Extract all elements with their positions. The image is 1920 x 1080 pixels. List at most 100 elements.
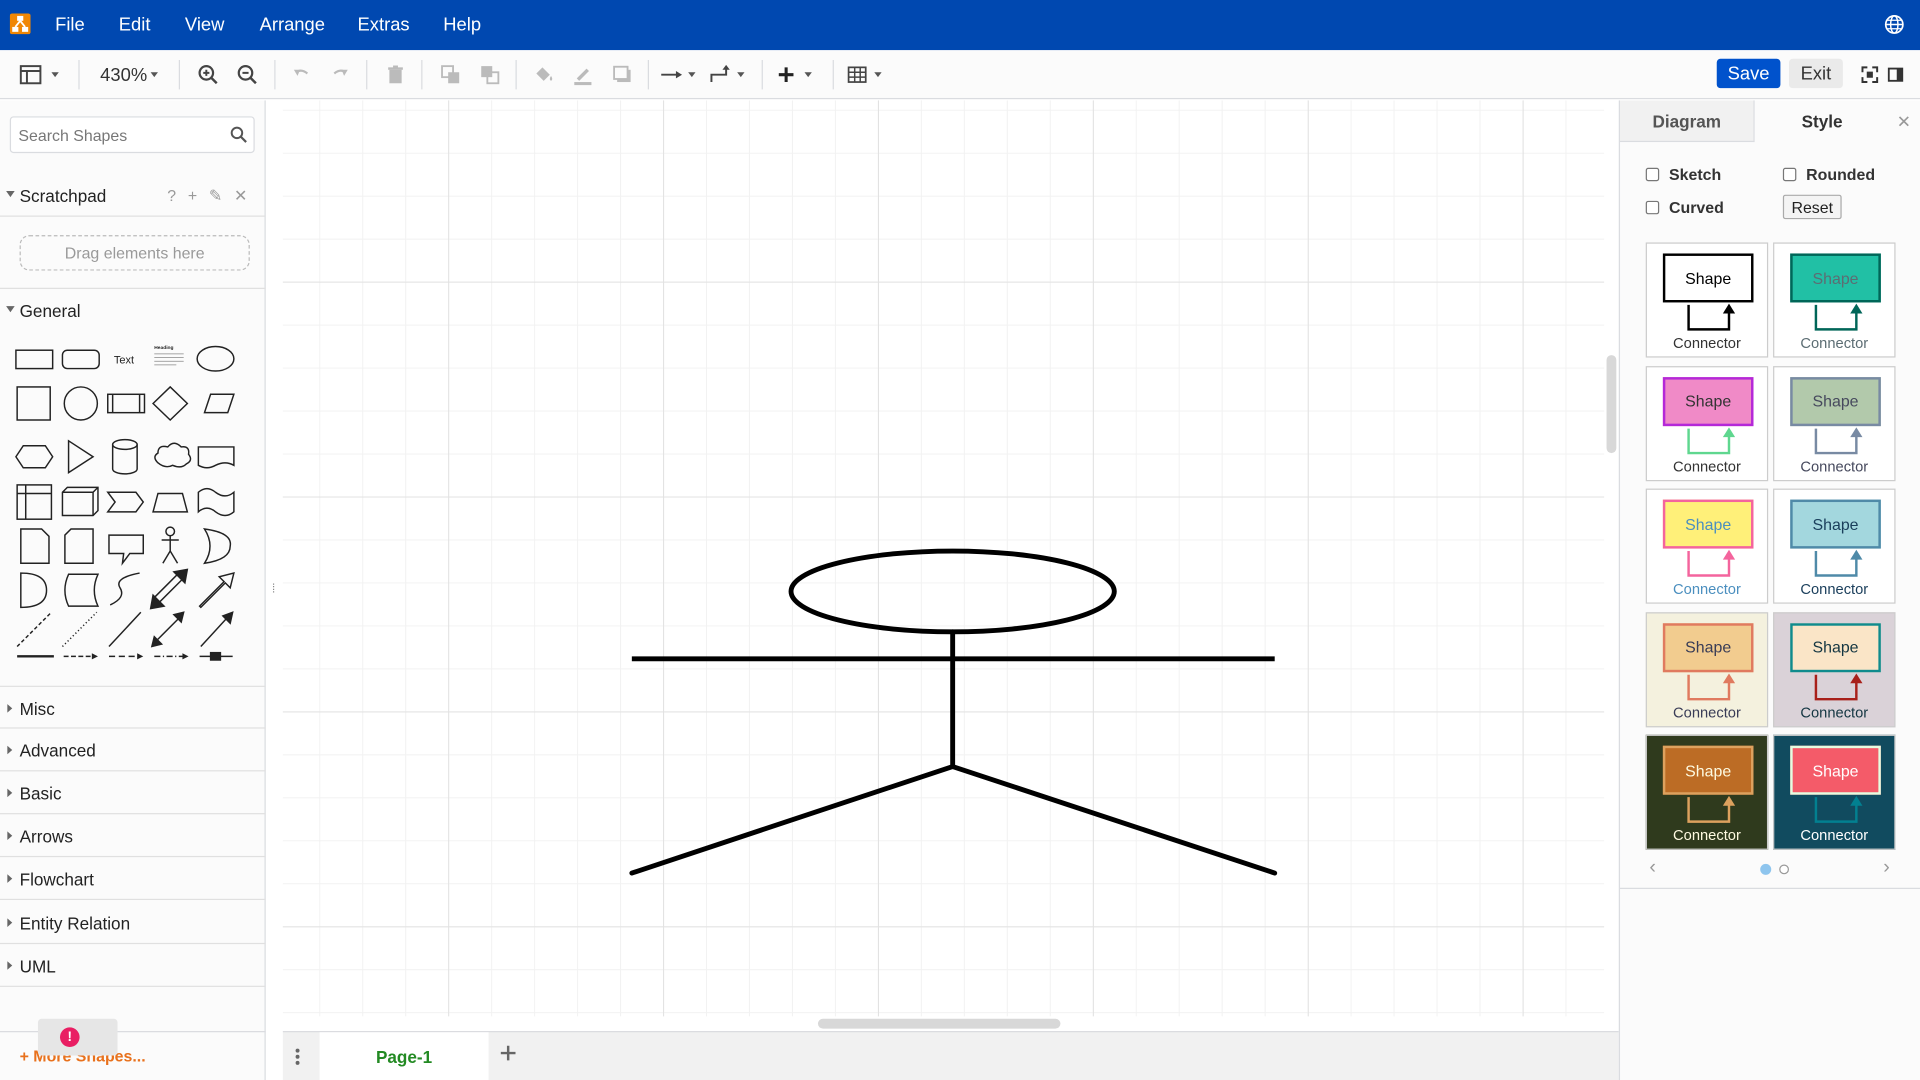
connector-dashdot-arrow[interactable] [154,653,189,660]
rounded-checkbox[interactable] [1782,167,1797,182]
delete-button[interactable] [381,61,410,88]
undo-button[interactable] [287,61,316,88]
sketch-checkbox[interactable] [1645,167,1660,182]
flowchart-header[interactable]: Flowchart [0,857,266,901]
style-swatch[interactable]: Shape Connector [1645,734,1769,850]
shape-data-storage[interactable] [20,572,48,609]
connection-style-button[interactable] [659,61,701,88]
misc-header[interactable]: Misc [0,685,266,729]
style-swatch[interactable]: Shape Connector [1773,242,1896,358]
scratchpad-tools[interactable]: ? + ✎ ✕ [167,186,251,206]
menu-extras[interactable]: Extras [358,15,410,36]
shape-callout[interactable] [108,534,145,566]
pager-dot[interactable] [1779,864,1789,875]
shape-card[interactable] [64,528,94,565]
add-page-icon[interactable] [500,1044,517,1061]
menu-view[interactable]: View [185,15,224,36]
sketch-option[interactable]: Sketch [1645,165,1721,184]
entity-relation-header[interactable]: Entity Relation [0,901,266,945]
shape-circle[interactable] [63,386,99,421]
shape-internal-storage[interactable] [16,484,53,520]
table-button[interactable] [845,61,889,88]
shape-rectangle[interactable] [15,349,54,370]
shape-directional-connector[interactable] [200,611,234,648]
style-swatch[interactable]: Shape Connector [1773,365,1896,481]
shape-ellipse[interactable] [196,345,235,372]
fill-color-button[interactable] [529,61,558,88]
format-panel-toggle-button[interactable] [15,61,64,88]
style-swatch[interactable]: Shape Connector [1645,365,1769,481]
shape-actor[interactable] [161,526,179,564]
exit-button[interactable]: Exit [1788,58,1843,89]
rounded-option[interactable]: Rounded [1782,165,1875,184]
menu-help[interactable]: Help [443,15,481,36]
shape-line[interactable] [108,611,142,648]
drawio-logo-icon[interactable] [9,13,31,35]
panel-toggle-button[interactable] [1883,61,1907,88]
curved-checkbox[interactable] [1645,200,1660,215]
style-swatch[interactable]: Shape Connector [1645,611,1769,727]
reset-button[interactable]: Reset [1782,194,1842,220]
style-swatch[interactable]: Shape Connector [1645,242,1769,358]
shape-bidirectional-connector[interactable] [150,611,185,648]
chevron-right-icon[interactable]: › [1883,857,1890,879]
zoom-in-button[interactable] [193,61,222,88]
connector-link[interactable] [199,651,233,661]
pages-menu-icon[interactable] [295,1047,300,1067]
shape-process[interactable] [107,393,146,414]
shape-cylinder[interactable] [111,438,138,475]
shape-trapezoid[interactable] [152,492,189,513]
waypoints-button[interactable] [708,61,750,88]
actor-head[interactable] [788,548,1117,635]
fullscreen-button[interactable] [1856,61,1883,88]
general-header[interactable]: General [0,287,266,331]
shape-step[interactable] [106,491,145,513]
arrows-header[interactable]: Arrows [0,814,266,858]
style-swatch[interactable]: Shape Connector [1773,611,1896,727]
shape-square[interactable] [16,386,51,421]
save-button[interactable]: Save [1716,58,1781,89]
stick-figure-actor[interactable] [283,100,1604,1016]
search-icon[interactable] [230,126,247,143]
shape-triangle[interactable] [67,439,95,475]
shape-tape[interactable] [197,487,235,517]
vertical-scrollbar[interactable] [1606,355,1617,454]
shape-rounded-rectangle[interactable] [61,349,100,370]
horizontal-scrollbar[interactable] [817,1018,1061,1029]
shape-dotted-line[interactable] [61,611,98,648]
basic-header[interactable]: Basic [0,771,266,815]
shape-or[interactable] [203,528,232,565]
chevron-left-icon[interactable]: ‹ [1649,857,1656,879]
shape-stored-data[interactable] [64,573,100,607]
page-tab[interactable]: Page-1 [319,1032,489,1080]
actor-right-leg[interactable] [950,764,1278,876]
search-input[interactable] [18,123,227,146]
notification-badge[interactable]: ! [37,1018,118,1056]
scratchpad-drop-zone[interactable]: Drag elements here [19,235,250,271]
redo-button[interactable] [326,61,355,88]
shape-cloud[interactable] [154,442,192,468]
shape-arrow[interactable] [198,572,235,609]
curved-option[interactable]: Curved [1645,198,1724,217]
uml-header[interactable]: UML [0,944,266,987]
shape-parallelogram[interactable] [203,393,235,414]
insert-button[interactable] [774,61,818,88]
zoom-dropdown[interactable]: 430% [96,61,167,88]
scratchpad-header[interactable]: Scratchpad ? + ✎ ✕ [0,174,266,217]
pager-dot-active[interactable] [1760,863,1772,875]
tab-diagram[interactable]: Diagram [1620,100,1755,143]
shape-dashed-line[interactable] [16,611,52,648]
tab-style[interactable]: Style [1754,100,1890,143]
shape-bidirectional-arrow[interactable] [149,568,189,610]
menu-arrange[interactable]: Arrange [260,15,325,36]
close-icon[interactable]: ✕ [1897,111,1911,132]
shadow-button[interactable] [607,61,636,88]
line-color-button[interactable] [568,61,597,88]
menu-edit[interactable]: Edit [119,15,151,36]
globe-icon[interactable] [1884,15,1905,35]
connector-dash-arrow[interactable] [108,653,144,660]
style-swatch[interactable]: Shape Connector [1773,488,1896,604]
sidebar-resize-handle[interactable]: ⁞ [272,583,275,596]
shape-text[interactable]: Text [114,355,134,367]
advanced-header[interactable]: Advanced [0,729,266,772]
